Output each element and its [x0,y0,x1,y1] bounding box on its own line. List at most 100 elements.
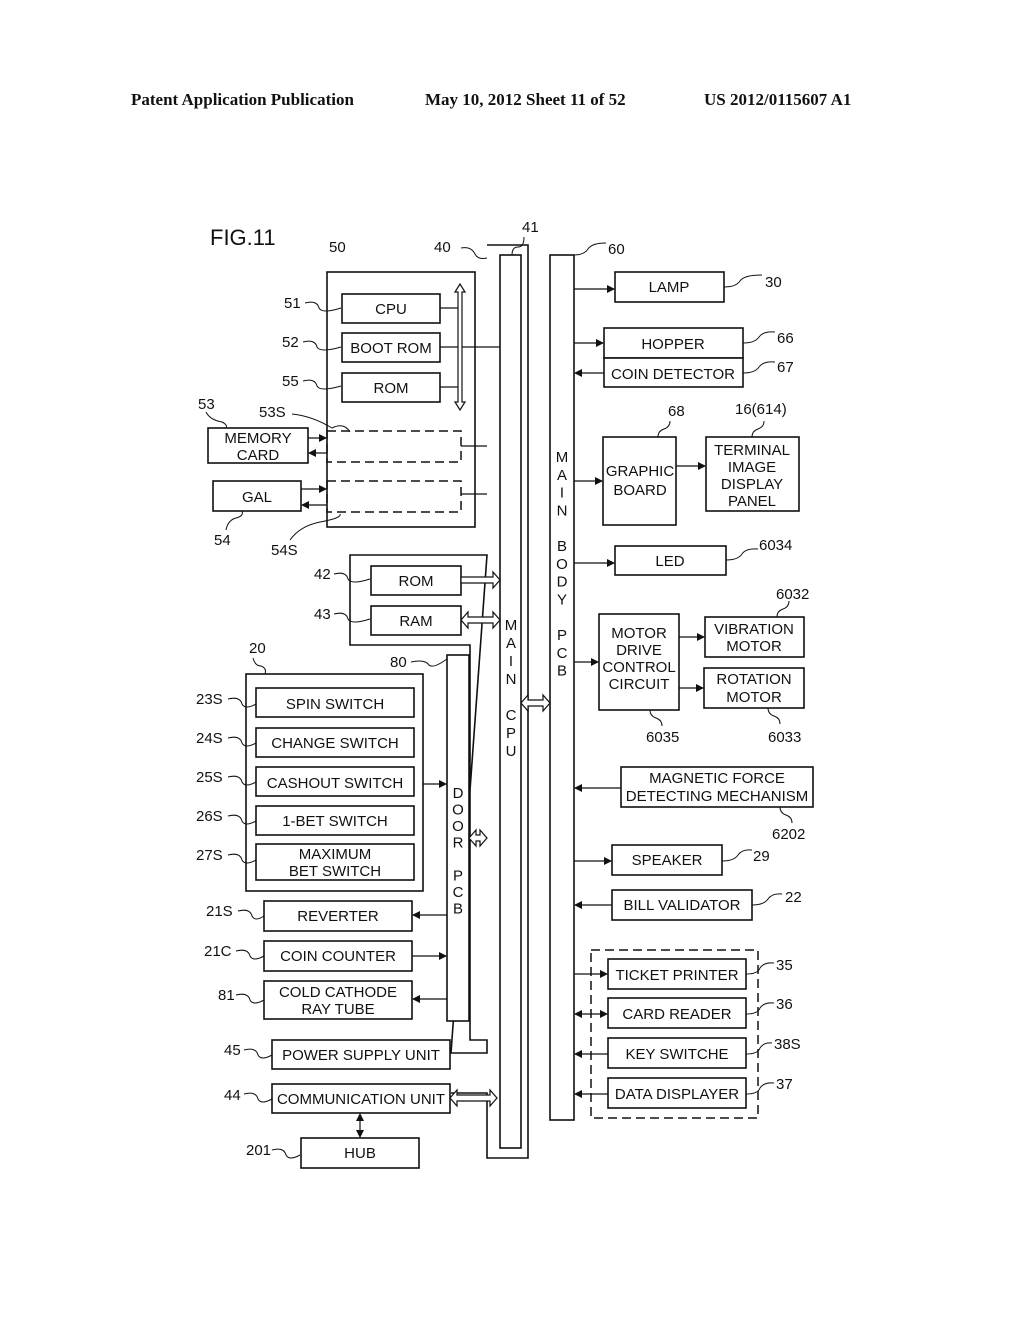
graphic-board-label-2: BOARD [613,482,667,499]
led-label: LED [655,553,684,570]
main-body-pcb-label-letter: O [556,556,568,573]
door-pcb-label-letter: B [453,901,463,918]
ref-29: 29 [753,848,770,865]
main-body-pcb-label-letter: M [556,449,569,466]
ref-23s: 23S [196,691,223,708]
main-body-pcb-label-letter: N [557,502,568,519]
ref-37: 37 [776,1076,793,1093]
gal-label: GAL [242,489,272,506]
reverter-label: REVERTER [297,908,379,925]
main-body-pcb-label-letter: D [557,574,568,591]
main-cpu-label-letter: I [509,653,513,670]
main-cpu-label-letter: A [506,635,516,652]
hub-label: HUB [344,1145,376,1162]
motor-drive-label-3: CONTROL [602,659,675,676]
main-ram-label: RAM [399,613,432,630]
main-body-pcb-label-letter: A [557,467,567,484]
main-body-pcb-label-letter: B [557,538,567,555]
ref-60: 60 [608,241,625,258]
cashout-switch-label: CASHOUT SWITCH [267,775,403,792]
graphic-board-block [602,436,677,526]
main-body-pcb-label-letter: I [560,485,564,502]
main-cpu-label-letter: C [506,707,517,724]
ref-55: 55 [282,373,299,390]
ref-66: 66 [777,330,794,347]
cold-cathode-label-2: RAY TUBE [301,1001,374,1018]
ref-53: 53 [198,396,215,413]
ref-68: 68 [668,403,685,420]
ref-16-614: 16(614) [735,401,787,418]
ref-54: 54 [214,532,231,549]
power-supply-label: POWER SUPPLY UNIT [282,1047,440,1064]
door-pcb-label-letter: O [452,802,464,819]
main-cpu-label-letter: U [506,743,517,760]
ref-6202: 6202 [772,826,805,843]
ref-27s: 27S [196,847,223,864]
main-body-pcb-label-letter: C [557,645,568,662]
ref-22: 22 [785,889,802,906]
main-body-pcb-vertical-label: MAINBODYPCB [556,449,569,680]
max-bet-switch-label-2: BET SWITCH [289,863,381,880]
ref-51: 51 [284,295,301,312]
ref-20: 20 [249,640,266,657]
ticket-printer-label: TICKET PRINTER [615,967,738,984]
ref-67: 67 [777,359,794,376]
magnetic-force-label-2: DETECTING MECHANISM [626,788,809,805]
main-body-pcb-label-letter: P [557,627,567,644]
ref-43: 43 [314,606,331,623]
motor-drive-label-2: DRIVE [616,642,662,659]
one-bet-switch-label: 1-BET SWITCH [282,813,388,830]
ref-25s: 25S [196,769,223,786]
door-pcb-label-letter: D [453,785,464,802]
terminal-display-label-3: DISPLAY [721,476,783,493]
card-reader-label: CARD READER [622,1006,731,1023]
magnetic-force-label-1: MAGNETIC FORCE [649,770,785,787]
door-pcb-vertical-label: DOORPCB [452,785,464,918]
main-body-pcb [549,254,575,1121]
ref-6032: 6032 [776,586,809,603]
ref-44: 44 [224,1087,241,1104]
ref-52: 52 [282,334,299,351]
ref-26s: 26S [196,808,223,825]
motor-drive-label-1: MOTOR [611,625,667,642]
memory-card-label-1: MEMORY [224,430,291,447]
slot-lines [461,445,487,495]
ref-53s: 53S [259,404,286,421]
ref-81: 81 [218,987,235,1004]
ref-80: 80 [390,654,407,671]
rotation-motor-label-2: MOTOR [726,689,782,706]
door-bus-arrow [468,828,488,848]
memory-card-slot [326,430,462,463]
figure-title: FIG.11 [210,225,276,250]
door-pcb-label-letter: R [453,835,464,852]
memory-card-label-2: CARD [237,447,280,464]
terminal-display-label-2: IMAGE [728,459,776,476]
ref-30: 30 [765,274,782,291]
main-body-pcb-label-letter: Y [557,591,567,608]
ref-201: 201 [246,1142,271,1159]
ref-24s: 24S [196,730,223,747]
change-switch-label: CHANGE SWITCH [271,735,399,752]
sub-bus-lines [440,307,500,388]
motor-drive-label-4: CIRCUIT [609,676,670,693]
communication-label: COMMUNICATION UNIT [277,1091,445,1108]
ref-35: 35 [776,957,793,974]
ref-45: 45 [224,1042,241,1059]
rotation-motor-label-1: ROTATION [716,671,791,688]
block-diagram: FIG.11 CPU BOOT ROM ROM MEMORY CARD GAL … [196,219,814,1169]
door-pcb-label-letter: O [452,818,464,835]
spin-switch-label: SPIN SWITCH [286,696,384,713]
terminal-display-label-4: PANEL [728,493,776,510]
door-pcb-label-letter: C [453,884,464,901]
max-bet-switch-label-1: MAXIMUM [299,846,372,863]
coin-detector-label: COIN DETECTOR [611,366,735,383]
sub-rom-label: ROM [374,380,409,397]
hopper-label: HOPPER [641,336,705,353]
ref-40: 40 [434,239,451,256]
rom-bus-arrow [460,570,501,590]
cpu-body-bus-arrow [520,693,551,713]
ram-bus-arrow [460,610,501,630]
boot-rom-label: BOOT ROM [350,340,431,357]
bill-validator-label: BILL VALIDATOR [624,897,741,914]
main-body-pcb-label-letter: B [557,663,567,680]
